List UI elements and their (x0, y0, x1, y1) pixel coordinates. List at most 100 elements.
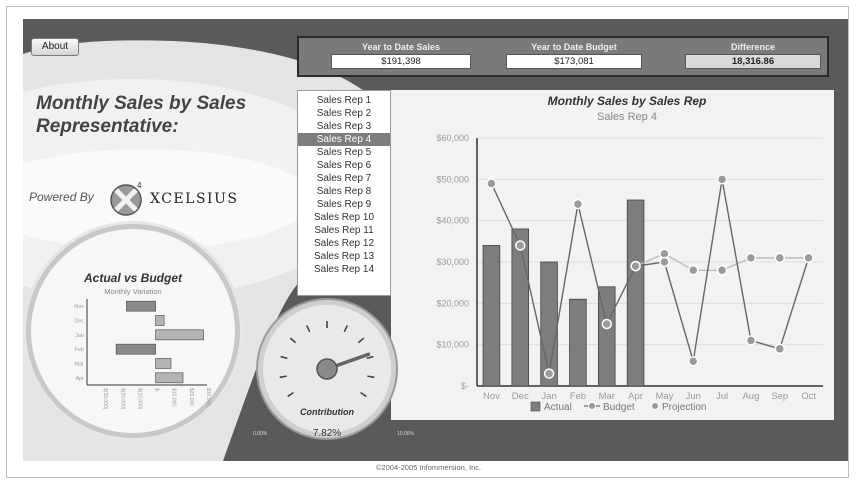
avb-month-label: Apr (75, 376, 84, 382)
sales-rep-item[interactable]: Sales Rep 3 (298, 120, 390, 133)
legend-marker-budget (588, 402, 596, 410)
copyright-footer: ©2004-2005 Infommersion, Inc. (375, 463, 482, 472)
dashboard: About Monthly Sales by Sales Representat… (23, 19, 848, 461)
sales-rep-item[interactable]: Sales Rep 11 (298, 224, 390, 237)
projection-point (716, 265, 728, 276)
avb-bar (126, 300, 156, 312)
gauge-tick (287, 391, 294, 398)
sales-rep-item[interactable]: Sales Rep 4 (298, 133, 390, 146)
gauge-tick (289, 337, 297, 344)
avb-x-tick-label: $(10,000) (136, 388, 142, 410)
bar-actual (569, 298, 587, 387)
avb-month-label: Feb (75, 347, 84, 353)
legend-label-actual: Actual (544, 402, 572, 413)
kpi-value: $173,081 (506, 54, 642, 69)
gauge-tick (343, 325, 349, 333)
gauge-max-label: 10.00% (397, 431, 414, 437)
kpi-bar: Year to Date Sales $191,398 Year to Date… (297, 36, 829, 77)
x-tick-label: May (655, 391, 673, 402)
budget-point (630, 260, 641, 272)
avb-bar (115, 343, 156, 355)
gauge-tick (305, 325, 311, 333)
kpi-label: Year to Date Budget (531, 42, 617, 52)
powered-by-label: Powered By (29, 190, 94, 204)
kpi-label: Year to Date Sales (361, 42, 441, 52)
avb-x-tick-label: $20,000 (188, 388, 194, 406)
x-tick-label: Mar (599, 391, 615, 402)
sales-rep-item[interactable]: Sales Rep 5 (298, 146, 390, 159)
budget-point (515, 240, 526, 251)
gauge-tick (279, 375, 287, 379)
logo-text: XCELSIUS (150, 191, 239, 207)
y-tick-label: $40,000 (436, 216, 469, 226)
sales-rep-item[interactable]: Sales Rep 1 (298, 94, 390, 107)
kpi-value: 18,316.86 (685, 54, 821, 69)
sales-rep-item[interactable]: Sales Rep 6 (298, 159, 390, 172)
bar-actual (540, 261, 558, 387)
gauge-tick (280, 355, 288, 360)
gauge-tick (366, 355, 374, 360)
y-tick-label: $50,000 (436, 174, 469, 184)
sales-rep-item[interactable]: Sales Rep 12 (298, 237, 390, 250)
page-title: Monthly Sales by Sales Representative: (36, 93, 247, 137)
x-tick-label: Jan (541, 391, 556, 402)
x-tick-label: Sep (771, 391, 788, 402)
budget-point (659, 256, 670, 268)
gauge-value: 7.82% (312, 428, 342, 439)
monthly-sales-chart: Monthly Sales by Sales Rep Sales Rep 4 $- $… (436, 94, 823, 413)
kpi-ytd-budget: Year to Date Budget $173,081 (506, 40, 642, 69)
sales-rep-list[interactable]: Sales Rep 1 Sales Rep 2 Sales Rep 3 Sales R… (297, 90, 391, 296)
gauge-min-label: 0.00% (253, 431, 268, 437)
y-tick-label: $20,000 (436, 298, 469, 308)
avb-chart: Nov Dec Jan Feb Mar Apr $(30,000) $(20,000) $(10… (74, 299, 211, 410)
avb-bar (155, 358, 172, 369)
projection-point (774, 252, 785, 264)
x-tick-label: Aug (742, 391, 759, 402)
contribution-gauge: Contribution 7.82% (258, 300, 396, 439)
chart-panel: Monthly Sales by Sales Rep Sales Rep 4 $- $… (391, 90, 834, 420)
budget-point (803, 252, 814, 264)
sales-rep-item[interactable]: Sales Rep 7 (298, 172, 390, 185)
sales-rep-item[interactable]: Sales Rep 10 (298, 211, 390, 224)
x-tick-label: Dec (512, 391, 529, 402)
projection-point (688, 265, 699, 276)
sales-rep-item[interactable]: Sales Rep 2 (298, 107, 390, 120)
actual-vs-budget-panel: Actual vs Budget Monthly Variation Nov De… (26, 224, 240, 438)
avb-bar (155, 372, 184, 384)
about-button[interactable]: About (31, 38, 79, 56)
y-tick-label: $30,000 (436, 257, 469, 267)
y-tick-label: $60,000 (436, 133, 469, 143)
x-tick-label: Nov (483, 391, 500, 402)
budget-point (572, 198, 584, 210)
gauge-tick (367, 375, 375, 379)
x-tick-label: Oct (801, 391, 816, 402)
budget-point (745, 335, 757, 346)
sales-rep-item[interactable]: Sales Rep 13 (298, 250, 390, 263)
bar-actual (626, 199, 645, 387)
budget-point (601, 318, 612, 330)
kpi-label: Difference (730, 42, 775, 52)
x-tick-label: Jul (716, 391, 728, 402)
legend-label-projection: Projection (662, 402, 706, 413)
budget-point (774, 343, 785, 355)
bar-actual (511, 228, 530, 387)
budget-point (716, 174, 728, 185)
sales-rep-item[interactable]: Sales Rep 9 (298, 198, 390, 211)
projection-point (745, 252, 757, 264)
sales-rep-item[interactable]: Sales Rep 8 (298, 185, 390, 198)
bar-actual (482, 245, 501, 387)
gauge-hub (316, 358, 338, 380)
chart-title: Monthly Sales by Sales Rep (548, 94, 707, 108)
avb-month-label: Dec (74, 319, 84, 325)
legend-swatch-actual (530, 401, 541, 412)
avb-month-label: Jan (75, 333, 84, 339)
kpi-ytd-sales: Year to Date Sales $191,398 (331, 40, 471, 69)
avb-x-tick-label: $10,000 (171, 388, 177, 406)
avb-x-tick-label: $(30,000) (102, 388, 108, 410)
sales-rep-item[interactable]: Sales Rep 14 (298, 263, 390, 276)
budget-point (543, 368, 555, 379)
avb-bar (155, 315, 165, 326)
gauge-label: Contribution (300, 407, 354, 417)
y-tick-label: $10,000 (436, 340, 469, 350)
gauge-tick (360, 391, 367, 398)
